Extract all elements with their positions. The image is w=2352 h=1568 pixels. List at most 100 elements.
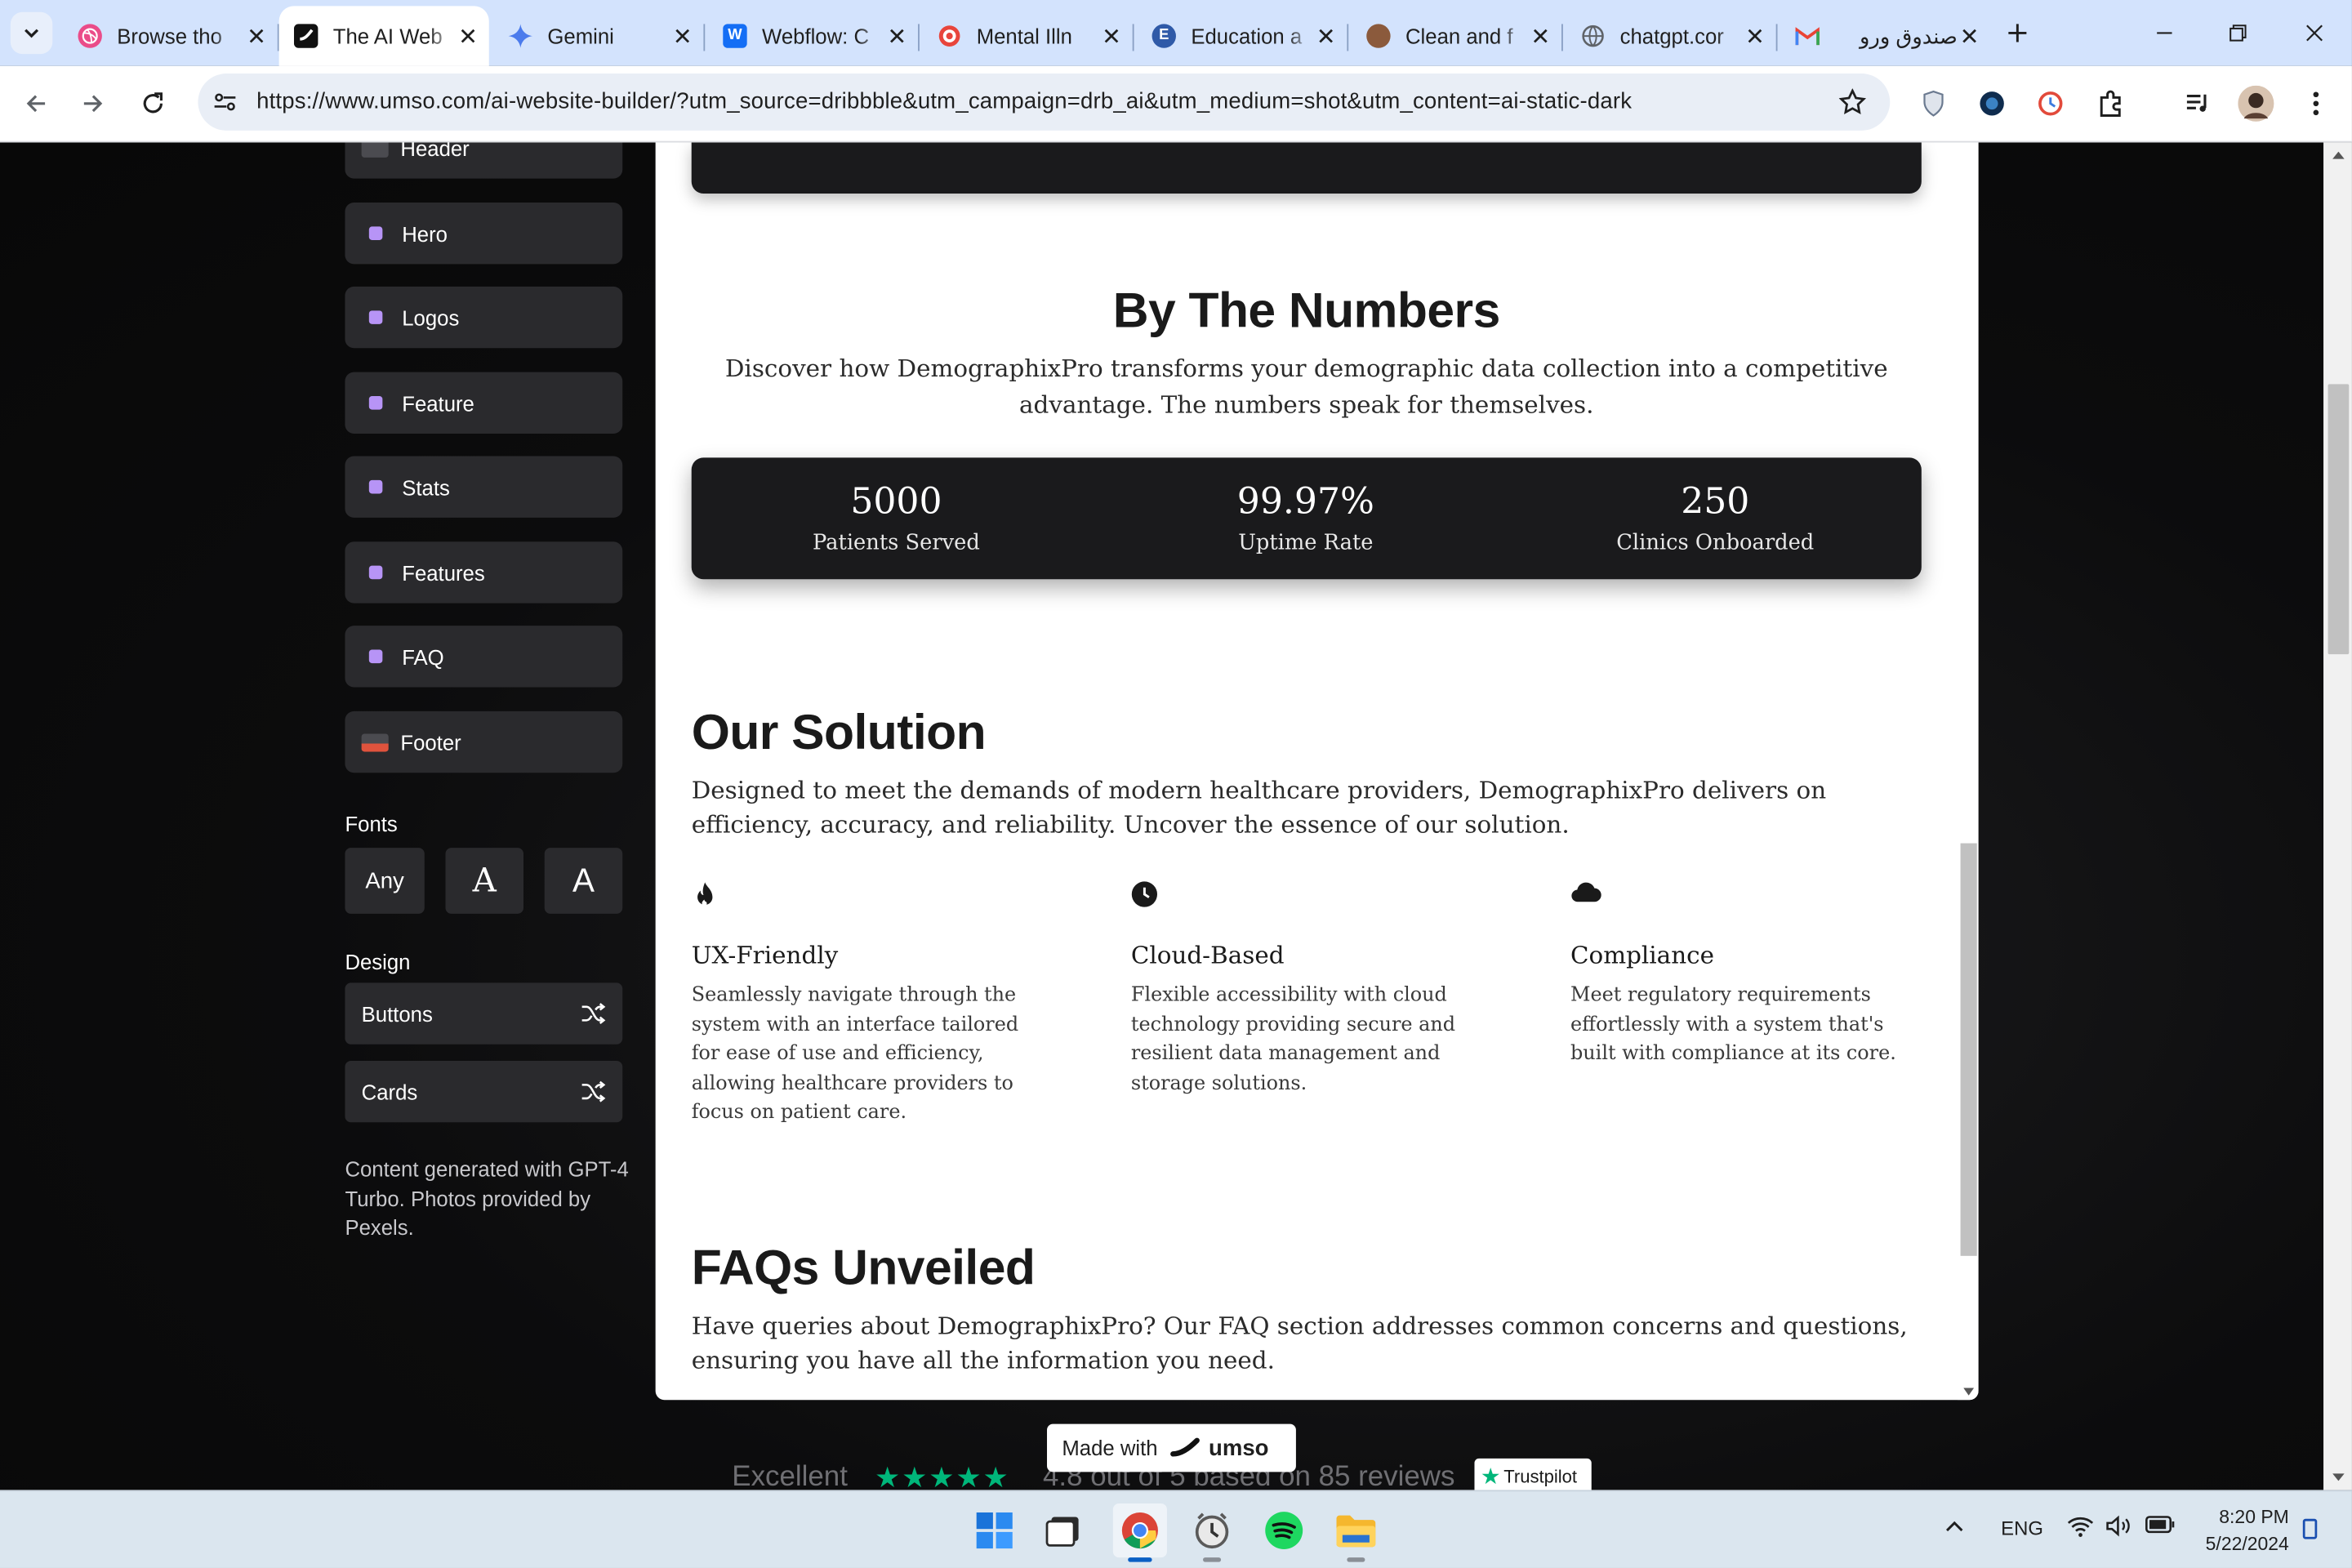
close-tab-icon[interactable] (1529, 24, 1552, 47)
scroll-down-arrow-icon[interactable] (2332, 1473, 2345, 1481)
section-item-faq[interactable]: FAQ (345, 626, 623, 688)
section-label: Header (400, 142, 470, 160)
taskbar-spotify[interactable] (1257, 1503, 1311, 1557)
minimize-icon (2157, 32, 2172, 34)
restore-button[interactable] (2220, 15, 2256, 51)
preview-scrollbar-thumb[interactable] (1960, 843, 1977, 1256)
font-option-sans[interactable]: A (544, 848, 623, 914)
back-button[interactable] (16, 84, 56, 123)
made-with-label: Made with (1062, 1436, 1158, 1460)
task-view-button[interactable] (1036, 1503, 1090, 1557)
section-label: Footer (400, 729, 461, 755)
close-window-button[interactable] (2296, 15, 2332, 51)
browser-menu-icon[interactable] (2298, 86, 2334, 122)
taskbar-clock-app[interactable] (1185, 1503, 1239, 1562)
tab-dribbble[interactable]: Browse tho (63, 6, 279, 65)
scroll-up-arrow-icon[interactable] (2332, 151, 2345, 159)
preview-scrollbar[interactable] (1957, 142, 1979, 1401)
close-tab-icon[interactable] (670, 24, 694, 47)
minimize-button[interactable] (2146, 15, 2182, 51)
folder-icon (1336, 1515, 1376, 1548)
font-option-serif[interactable]: A (445, 848, 524, 914)
chrome-icon (1121, 1512, 1158, 1549)
media-control-icon[interactable] (2180, 86, 2216, 122)
shuffle-icon[interactable] (581, 1079, 606, 1104)
trustpilot-badge[interactable]: ★ Trustpilot (1474, 1458, 1592, 1490)
start-button[interactable] (968, 1503, 1022, 1557)
volume-icon[interactable] (2105, 1514, 2132, 1543)
shield-extension-icon[interactable] (1915, 86, 1951, 122)
close-tab-icon[interactable] (244, 24, 268, 47)
close-tab-icon[interactable] (1099, 24, 1123, 47)
tab-search-button[interactable] (10, 11, 53, 55)
section-dot-icon (368, 226, 383, 240)
made-with-umso-badge[interactable]: Made with umso (1047, 1423, 1296, 1472)
windows-taskbar: ENG 8:20 PM 5/22/2024 (0, 1490, 2352, 1568)
section-item-header[interactable]: Header (345, 142, 623, 179)
tab-clean[interactable]: Clean and f (1352, 6, 1563, 65)
task-view-icon (1045, 1517, 1079, 1547)
chevron-down-icon (24, 29, 39, 38)
section-dot-icon (368, 310, 383, 324)
restore-icon (2230, 24, 2247, 42)
section-label: Feature (402, 390, 474, 416)
design-buttons-control[interactable]: Buttons (345, 982, 623, 1045)
feature-description: Flexible accessibility with cloud techno… (1130, 984, 1456, 1095)
system-clock[interactable]: 8:20 PM 5/22/2024 (2184, 1503, 2289, 1557)
wifi-icon[interactable] (2067, 1514, 2094, 1543)
site-settings-icon[interactable] (213, 90, 237, 114)
font-option-any[interactable]: Any (345, 848, 425, 914)
section-label: Features (402, 560, 485, 585)
close-tab-icon[interactable] (1958, 24, 1981, 47)
tab-title: The AI Web (332, 24, 443, 48)
tab-umso[interactable]: The AI Web (278, 6, 489, 66)
section-item-footer[interactable]: Footer (345, 710, 623, 773)
close-tab-icon[interactable] (456, 24, 479, 47)
section-item-logos[interactable]: Logos (345, 286, 623, 349)
tab-education[interactable]: E Education a (1137, 6, 1349, 65)
taskbar-file-explorer[interactable] (1329, 1503, 1383, 1562)
tab-chatgpt[interactable]: chatgpt.cor (1566, 6, 1778, 65)
stat-clinics: 250 Clinics Onboarded (1511, 479, 1920, 558)
section-item-features[interactable]: Features (345, 541, 623, 604)
rating-stars-icon: ★★★★★ (874, 1462, 1010, 1490)
language-indicator[interactable]: ENG (2001, 1517, 2043, 1540)
design-cards-control[interactable]: Cards (345, 1060, 623, 1123)
close-tab-icon[interactable] (1743, 24, 1766, 47)
scroll-down-arrow-icon[interactable] (1963, 1388, 1975, 1396)
reload-button[interactable] (133, 84, 172, 123)
tab-gmail[interactable]: صندوق ورو (1780, 6, 1990, 65)
profile-avatar[interactable] (2238, 85, 2274, 122)
address-bar[interactable]: https://www.umso.com/ai-website-builder/… (198, 74, 1891, 131)
bookmark-star-icon[interactable] (1838, 88, 1866, 115)
gemini-icon (508, 24, 533, 48)
tab-gemini[interactable]: Gemini (493, 6, 706, 65)
page-scrollbar[interactable] (2323, 142, 2352, 1490)
section-label: Stats (402, 474, 450, 499)
taskbar-chrome[interactable] (1112, 1503, 1167, 1562)
history-extension-icon[interactable] (2033, 86, 2069, 122)
target-icon (938, 24, 961, 47)
plus-icon (2008, 24, 2027, 42)
close-tab-icon[interactable] (1314, 24, 1338, 47)
battery-icon[interactable] (2145, 1516, 2175, 1539)
extension-circle-icon[interactable] (1974, 86, 2010, 122)
umso-icon (293, 24, 318, 48)
close-tab-icon[interactable] (885, 24, 909, 47)
tab-mental-illness[interactable]: Mental Illn (923, 6, 1134, 65)
show-hidden-icons-button[interactable] (1944, 1516, 1965, 1541)
solution-heading: Our Solution (691, 703, 987, 760)
section-dot-icon (368, 649, 383, 664)
page-scrollbar-thumb[interactable] (2328, 384, 2350, 655)
shuffle-icon[interactable] (581, 1000, 606, 1026)
url-text[interactable]: https://www.umso.com/ai-website-builder/… (256, 88, 1632, 114)
new-tab-button[interactable] (1999, 15, 2035, 51)
tab-webflow[interactable]: W Webflow: C (708, 6, 920, 65)
section-item-stats[interactable]: Stats (345, 456, 623, 518)
extensions-puzzle-icon[interactable] (2092, 86, 2128, 122)
notification-bell-icon[interactable] (2302, 1518, 2318, 1544)
running-indicator (1347, 1557, 1365, 1562)
section-item-hero[interactable]: Hero (345, 203, 623, 265)
forward-button[interactable] (74, 84, 113, 123)
section-item-feature[interactable]: Feature (345, 372, 623, 434)
